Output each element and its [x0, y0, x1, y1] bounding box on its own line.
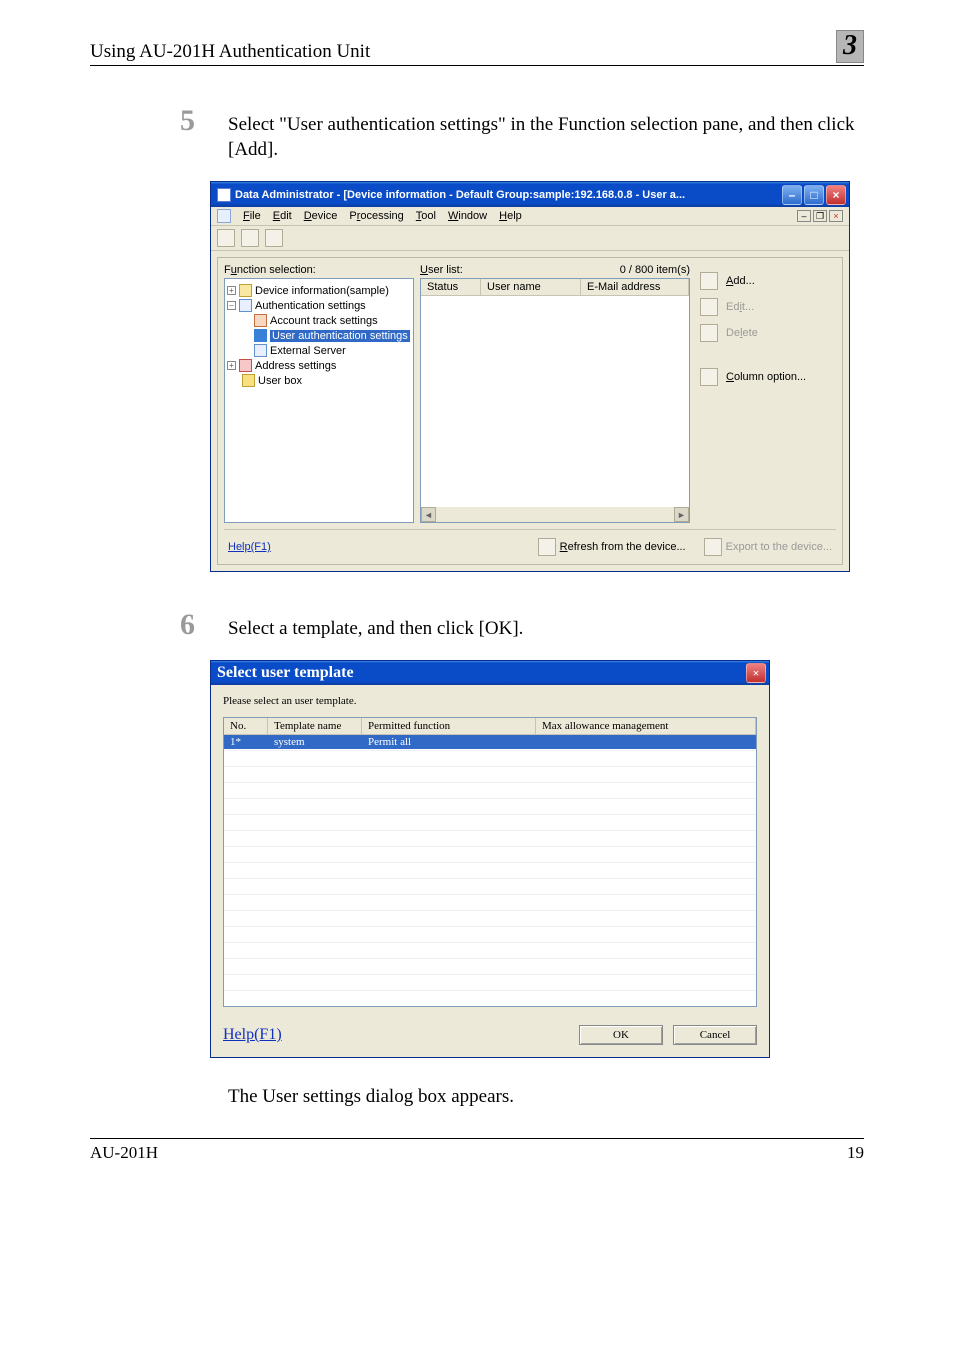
server-icon: [254, 344, 267, 357]
minimize-button[interactable]: –: [782, 185, 802, 205]
refresh-button[interactable]: Refresh from the device...: [538, 538, 686, 556]
function-tree[interactable]: +Device information(sample) –Authenticat…: [224, 278, 414, 523]
cell-template-name: system: [268, 735, 362, 749]
user-list-label: User list:: [420, 264, 463, 276]
column-icon: [700, 368, 718, 386]
step-number-6: 6: [180, 608, 228, 642]
account-icon: [254, 314, 267, 327]
mdi-icon: [217, 209, 231, 223]
edit-icon: [700, 298, 718, 316]
device-icon: [239, 284, 252, 297]
column-option-button[interactable]: Column option...: [698, 364, 834, 390]
select-template-dialog: Select user template × Please select an …: [210, 660, 770, 1058]
tree-auth-settings[interactable]: Authentication settings: [255, 300, 366, 312]
item-count: 0 / 800 item(s): [620, 264, 690, 276]
export-button[interactable]: Export to the device...: [704, 538, 832, 556]
mdi-minimize[interactable]: –: [797, 210, 811, 222]
tree-user-auth-settings[interactable]: User authentication settings: [270, 330, 410, 342]
tree-external-server[interactable]: External Server: [270, 345, 346, 357]
step-text-6: Select a template, and then click [OK].: [228, 608, 523, 642]
cell-permitted: Permit all: [362, 735, 536, 749]
user-icon: [254, 329, 267, 342]
scroll-left-button[interactable]: ◄: [421, 507, 436, 522]
maximize-button[interactable]: □: [804, 185, 824, 205]
export-icon: [704, 538, 722, 556]
add-button[interactable]: Add...: [698, 268, 834, 294]
dialog-title: Select user template: [217, 664, 746, 682]
tree-account-track[interactable]: Account track settings: [270, 315, 378, 327]
address-icon: [239, 359, 252, 372]
close-button[interactable]: ×: [826, 185, 846, 205]
mdi-close[interactable]: ×: [829, 210, 843, 222]
menu-file[interactable]: File: [243, 210, 261, 222]
chapter-number: 3: [836, 30, 864, 63]
menu-window[interactable]: Window: [448, 210, 487, 222]
auth-icon: [239, 299, 252, 312]
tree-user-box[interactable]: User box: [258, 375, 302, 387]
template-row-1[interactable]: 1* system Permit all: [224, 735, 756, 749]
dialog-help-link[interactable]: Help(F1): [223, 1026, 282, 1044]
window-title: Data Administrator - [Device information…: [235, 189, 782, 201]
refresh-icon: [538, 538, 556, 556]
menu-processing[interactable]: Processing: [349, 210, 403, 222]
cell-max: [536, 735, 756, 749]
col-no[interactable]: No.: [224, 718, 268, 734]
dialog-instruction: Please select an user template.: [223, 695, 757, 707]
tree-address-settings[interactable]: Address settings: [255, 360, 336, 372]
template-list[interactable]: No. Template name Permitted function Max…: [223, 717, 757, 1007]
toolbar-icon-3[interactable]: [265, 229, 283, 247]
col-max-allowance[interactable]: Max allowance management: [536, 718, 756, 734]
footer-model: AU-201H: [90, 1143, 158, 1163]
cancel-button[interactable]: Cancel: [673, 1025, 757, 1045]
app-icon: [217, 188, 231, 202]
cell-no: 1*: [224, 735, 268, 749]
step-text-5: Select "User authentication settings" in…: [228, 104, 864, 163]
data-admin-window: Data Administrator - [Device information…: [210, 181, 850, 572]
user-list[interactable]: Status User name E-Mail address ◄ ►: [420, 278, 690, 523]
toolbar-icon-1[interactable]: [217, 229, 235, 247]
col-email[interactable]: E-Mail address: [581, 279, 689, 295]
footer-page-number: 19: [847, 1143, 864, 1163]
ok-button[interactable]: OK: [579, 1025, 663, 1045]
help-link[interactable]: Help(F1): [228, 541, 271, 553]
dialog-close-button[interactable]: ×: [746, 663, 766, 683]
result-text: The User settings dialog box appears.: [228, 1086, 864, 1108]
menu-edit[interactable]: Edit: [273, 210, 292, 222]
toolbar-icon-2[interactable]: [241, 229, 259, 247]
scroll-right-button[interactable]: ►: [674, 507, 689, 522]
step-number-5: 5: [180, 104, 228, 138]
menu-device[interactable]: Device: [304, 210, 338, 222]
col-status[interactable]: Status: [421, 279, 481, 295]
menu-help[interactable]: Help: [499, 210, 522, 222]
add-icon: [700, 272, 718, 290]
running-head: Using AU-201H Authentication Unit: [90, 41, 370, 63]
col-username[interactable]: User name: [481, 279, 581, 295]
scroll-track[interactable]: [436, 507, 674, 522]
col-template-name[interactable]: Template name: [268, 718, 362, 734]
delete-button[interactable]: Delete: [698, 320, 834, 346]
tree-device-info[interactable]: Device information(sample): [255, 285, 389, 297]
menu-tool[interactable]: Tool: [416, 210, 436, 222]
userbox-icon: [242, 374, 255, 387]
function-selection-label: Function selection:: [224, 264, 414, 276]
edit-button[interactable]: Edit...: [698, 294, 834, 320]
col-permitted-function[interactable]: Permitted function: [362, 718, 536, 734]
delete-icon: [700, 324, 718, 342]
mdi-restore[interactable]: ❐: [813, 210, 827, 222]
